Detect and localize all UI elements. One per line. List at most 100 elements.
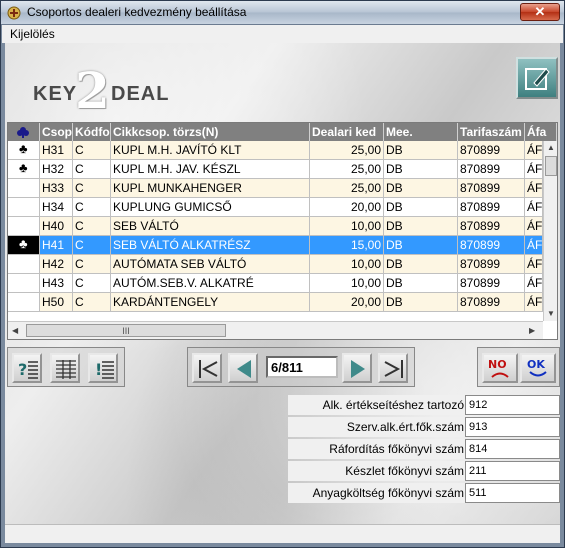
row-marker[interactable]: [8, 179, 40, 198]
input-keszlet[interactable]: 211: [465, 461, 560, 481]
record-position-field[interactable]: 6/811: [266, 356, 338, 378]
cell-csop[interactable]: H43: [40, 274, 73, 293]
data-grid[interactable]: Csop Kódfo Cikkcsop. törzs(N) Dealari ke…: [7, 122, 558, 340]
cell-kod[interactable]: C: [73, 160, 111, 179]
table-view-button[interactable]: [50, 353, 80, 383]
close-button[interactable]: ✕: [520, 3, 560, 21]
cell-torzs[interactable]: KARDÁNTENGELY: [111, 293, 310, 312]
cell-tarifa[interactable]: 870899: [458, 236, 525, 255]
cell-ked[interactable]: 20,00: [310, 293, 384, 312]
cell-torzs[interactable]: AUTÓM.SEB.V. ALKATRÉ: [111, 274, 310, 293]
column-header-dealari-ked[interactable]: Dealari ked: [310, 123, 384, 141]
cell-mee[interactable]: DB: [384, 179, 458, 198]
cell-afa[interactable]: ÁF: [525, 274, 543, 293]
cell-mee[interactable]: DB: [384, 141, 458, 160]
cell-afa[interactable]: ÁF: [525, 236, 543, 255]
row-marker[interactable]: [8, 274, 40, 293]
cell-csop[interactable]: H40: [40, 217, 73, 236]
column-header-kodfo[interactable]: Kódfo: [73, 123, 111, 141]
cell-csop[interactable]: H34: [40, 198, 73, 217]
detail-list-button[interactable]: !: [88, 353, 118, 383]
cell-mee[interactable]: DB: [384, 236, 458, 255]
cell-tarifa[interactable]: 870899: [458, 293, 525, 312]
cell-torzs[interactable]: KUPLUNG GUMICSŐ: [111, 198, 310, 217]
cell-csop[interactable]: H32: [40, 160, 73, 179]
row-marker[interactable]: [8, 255, 40, 274]
cell-ked[interactable]: 10,00: [310, 217, 384, 236]
table-row[interactable]: H40 C SEB VÁLTÓ 10,00 DB 870899 ÁF: [8, 217, 543, 236]
cell-tarifa[interactable]: 870899: [458, 160, 525, 179]
cell-mee[interactable]: DB: [384, 274, 458, 293]
cell-torzs[interactable]: KUPL M.H. JAVÍTÓ KLT: [111, 141, 310, 160]
cell-afa[interactable]: ÁF: [525, 179, 543, 198]
cell-ked[interactable]: 20,00: [310, 198, 384, 217]
last-record-button[interactable]: [378, 353, 408, 383]
row-marker[interactable]: [8, 217, 40, 236]
cell-mee[interactable]: DB: [384, 160, 458, 179]
cell-torzs[interactable]: SEB VÁLTÓ ALKATRÉSZ: [111, 236, 310, 255]
ok-button[interactable]: OK OK: [520, 353, 556, 383]
table-row[interactable]: H34 C KUPLUNG GUMICSŐ 20,00 DB 870899 ÁF: [8, 198, 543, 217]
cell-tarifa[interactable]: 870899: [458, 198, 525, 217]
cell-kod[interactable]: C: [73, 255, 111, 274]
cell-ked[interactable]: 10,00: [310, 255, 384, 274]
table-row[interactable]: H33 C KUPL MUNKAHENGER 25,00 DB 870899 ÁF: [8, 179, 543, 198]
table-row[interactable]: H42 C AUTÓMATA SEB VÁLTÓ 10,00 DB 870899 ÁF: [8, 255, 543, 274]
column-header-afa[interactable]: Áfa: [525, 123, 557, 141]
cell-mee[interactable]: DB: [384, 217, 458, 236]
cell-mee[interactable]: DB: [384, 293, 458, 312]
cell-tarifa[interactable]: 870899: [458, 141, 525, 160]
table-row[interactable]: H43 C AUTÓM.SEB.V. ALKATRÉ 10,00 DB 870899 ÁF: [8, 274, 543, 293]
vertical-scroll-thumb[interactable]: [545, 156, 557, 176]
cell-kod[interactable]: C: [73, 141, 111, 160]
table-row[interactable]: ♣ H32 C KUPL M.H. JAV. KÉSZL 25,00 DB 870899 ÁF: [8, 160, 543, 179]
cell-torzs[interactable]: AUTÓMATA SEB VÁLTÓ: [111, 255, 310, 274]
cell-tarifa[interactable]: 870899: [458, 179, 525, 198]
cell-kod[interactable]: C: [73, 217, 111, 236]
cell-afa[interactable]: ÁF: [525, 198, 543, 217]
horizontal-scrollbar[interactable]: ◀ III ▶: [8, 321, 543, 339]
row-marker[interactable]: [8, 293, 40, 312]
cell-kod[interactable]: C: [73, 179, 111, 198]
scroll-left-icon[interactable]: ◀: [12, 326, 18, 335]
query-list-button[interactable]: ?: [12, 353, 42, 383]
input-raforditas[interactable]: 814: [465, 439, 560, 459]
cell-kod[interactable]: C: [73, 236, 111, 255]
next-record-button[interactable]: [342, 353, 372, 383]
cell-ked[interactable]: 15,00: [310, 236, 384, 255]
cell-kod[interactable]: C: [73, 198, 111, 217]
first-record-button[interactable]: [192, 353, 222, 383]
cell-ked[interactable]: 10,00: [310, 274, 384, 293]
cell-tarifa[interactable]: 870899: [458, 217, 525, 236]
row-marker[interactable]: ♣: [8, 141, 40, 160]
cell-ked[interactable]: 25,00: [310, 179, 384, 198]
row-marker[interactable]: ♣: [8, 160, 40, 179]
row-marker[interactable]: ♣: [8, 236, 40, 255]
cell-ked[interactable]: 25,00: [310, 160, 384, 179]
cell-tarifa[interactable]: 870899: [458, 255, 525, 274]
cell-torzs[interactable]: KUPL MUNKAHENGER: [111, 179, 310, 198]
table-row[interactable]: H50 C KARDÁNTENGELY 20,00 DB 870899 ÁF: [8, 293, 543, 312]
no-button[interactable]: NO NO: [482, 353, 518, 383]
cell-afa[interactable]: ÁF: [525, 160, 543, 179]
row-marker[interactable]: [8, 198, 40, 217]
vertical-scrollbar[interactable]: ▲ ▼: [543, 141, 557, 321]
prev-record-button[interactable]: [228, 353, 258, 383]
cell-csop[interactable]: H50: [40, 293, 73, 312]
cell-afa[interactable]: ÁF: [525, 217, 543, 236]
cell-csop[interactable]: H33: [40, 179, 73, 198]
edit-button[interactable]: [516, 57, 558, 99]
cell-csop[interactable]: H31: [40, 141, 73, 160]
cell-afa[interactable]: ÁF: [525, 293, 543, 312]
menu-item-kijeloles[interactable]: Kijelölés: [10, 27, 55, 41]
cell-ked[interactable]: 25,00: [310, 141, 384, 160]
table-row[interactable]: ♣ H31 C KUPL M.H. JAVÍTÓ KLT 25,00 DB 870899 ÁF: [8, 141, 543, 160]
column-header-csop[interactable]: Csop: [40, 123, 73, 141]
scroll-up-icon[interactable]: ▲: [547, 143, 555, 152]
column-header-torzs[interactable]: Cikkcsop. törzs(N): [111, 123, 310, 141]
cell-torzs[interactable]: SEB VÁLTÓ: [111, 217, 310, 236]
header-marker-icon[interactable]: [8, 123, 40, 141]
scroll-right-icon[interactable]: ▶: [529, 326, 535, 335]
horizontal-scroll-thumb[interactable]: III: [26, 324, 226, 337]
input-szerv-alk-ert[interactable]: 913: [465, 417, 560, 437]
